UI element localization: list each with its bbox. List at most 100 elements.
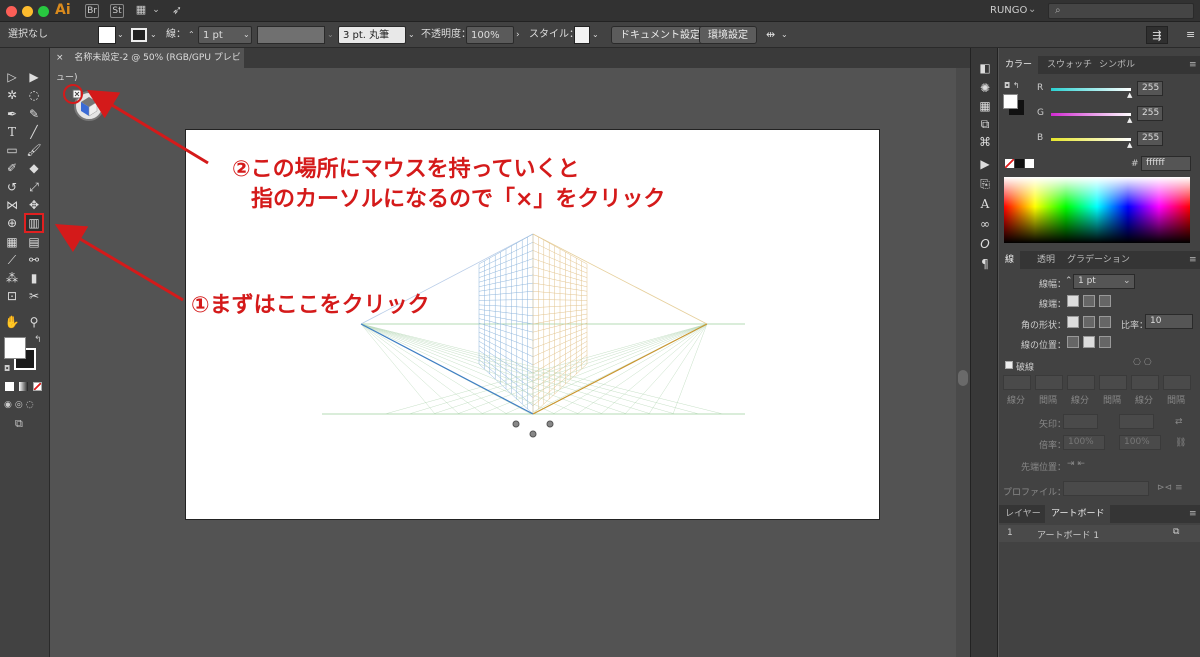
annotation-step1: ①まずはここをクリック xyxy=(191,293,430,318)
align-tip-label: 先端位置： xyxy=(1021,463,1067,473)
ground-grid-line xyxy=(504,323,708,415)
dash-input[interactable] xyxy=(1035,375,1063,390)
brushes-icon[interactable]: ⧉ xyxy=(977,116,993,132)
dash-field-label: 線分 xyxy=(1007,396,1026,406)
round-cap-icon[interactable] xyxy=(1083,295,1095,307)
dash-input[interactable] xyxy=(1003,375,1031,390)
link-icon[interactable]: ⛓ xyxy=(1175,438,1186,448)
channel-b-slider[interactable] xyxy=(1051,138,1131,141)
channel-g-label: G xyxy=(1037,108,1044,118)
profile-select[interactable] xyxy=(1063,481,1149,496)
dash-input[interactable] xyxy=(1163,375,1191,390)
widget-close-icon[interactable] xyxy=(72,89,82,99)
cap-label: 線端： xyxy=(1039,300,1067,310)
limit-input[interactable]: 10 xyxy=(1145,314,1193,329)
flip-profile-icons[interactable]: ⊳⊲ ≡ xyxy=(1157,483,1182,493)
slider-thumb-icon[interactable]: ▲ xyxy=(1127,141,1132,149)
tab-color[interactable]: カラー xyxy=(999,56,1039,74)
align-outside-icon[interactable] xyxy=(1099,336,1111,348)
default-fill-stroke-icon[interactable]: ◘ ↰ xyxy=(1004,81,1020,90)
panel-menu-icon[interactable]: ≡ xyxy=(1183,251,1200,269)
channel-g-slider[interactable] xyxy=(1051,113,1131,116)
artboard-name: アートボード 1 xyxy=(1037,531,1100,541)
symbols-icon[interactable]: ⌘ xyxy=(977,134,993,150)
stepper-icon[interactable]: ⌃ xyxy=(1065,276,1073,286)
tab-swatches[interactable]: スウォッチ xyxy=(1041,56,1098,74)
hex-label: # xyxy=(1131,159,1139,169)
layers-panel-tabs: レイヤー アートボード ≡ xyxy=(999,505,1200,523)
ground-grid-line xyxy=(360,323,484,415)
profile-label: プロファイル： xyxy=(1003,488,1067,498)
black-swatch[interactable] xyxy=(1015,159,1024,168)
scrollbar-thumb[interactable] xyxy=(958,370,968,386)
stroke-panel-tabs: 線 透明 グラデーション ≡ xyxy=(999,251,1200,269)
grid-handle[interactable] xyxy=(512,420,520,428)
scale-label: 倍率： xyxy=(1039,441,1067,451)
perspective-grid[interactable] xyxy=(322,233,745,438)
character-icon[interactable]: A xyxy=(977,196,993,212)
dash-field-label: 線分 xyxy=(1071,396,1090,406)
start-scale-input[interactable]: 100% xyxy=(1063,435,1105,450)
annotation-step2-line1: ②この場所にマウスを持っていくと xyxy=(232,157,580,182)
channel-g-input[interactable]: 255 xyxy=(1137,106,1163,121)
vertical-scrollbar[interactable] xyxy=(956,68,970,657)
panel-menu-icon[interactable]: ≡ xyxy=(1183,505,1200,523)
channel-r-input[interactable]: 255 xyxy=(1137,81,1163,96)
panel-menu-icon[interactable]: ≡ xyxy=(1183,56,1200,74)
channel-b-label: B xyxy=(1037,133,1044,143)
chevron-down-icon[interactable]: ⌄ xyxy=(1123,276,1131,286)
miter-join-icon[interactable] xyxy=(1067,316,1079,328)
slider-thumb-icon[interactable]: ▲ xyxy=(1127,116,1132,124)
start-arrow-select[interactable] xyxy=(1063,414,1098,429)
swap-arrows-icon[interactable]: ⇄ xyxy=(1175,417,1183,427)
color-fill-box[interactable] xyxy=(1003,94,1018,109)
plane-switching-widget[interactable] xyxy=(72,89,104,121)
ground-grid-line xyxy=(360,323,436,415)
align-center-icon[interactable] xyxy=(1067,336,1079,348)
projecting-cap-icon[interactable] xyxy=(1099,295,1111,307)
links-icon[interactable]: ⎘ xyxy=(977,176,993,192)
slider-thumb-icon[interactable]: ▲ xyxy=(1127,91,1132,99)
grid-handle[interactable] xyxy=(529,430,537,438)
grid-handle[interactable] xyxy=(546,420,554,428)
dash-input[interactable] xyxy=(1099,375,1127,390)
align-inside-icon[interactable] xyxy=(1083,336,1095,348)
hex-input[interactable]: ffffff xyxy=(1141,156,1191,171)
white-swatch[interactable] xyxy=(1025,159,1034,168)
tab-layers[interactable]: レイヤー xyxy=(999,505,1047,523)
channel-r-slider[interactable] xyxy=(1051,88,1131,91)
dashed-checkbox[interactable] xyxy=(1005,361,1013,369)
dash-input[interactable] xyxy=(1067,375,1095,390)
artboard-row[interactable]: 1 アートボード 1 ⧉ xyxy=(999,525,1200,542)
dash-input[interactable] xyxy=(1131,375,1159,390)
tab-transparency[interactable]: 透明 xyxy=(1031,251,1061,269)
actions-icon[interactable]: ▶ xyxy=(977,156,993,172)
tab-stroke[interactable]: 線 xyxy=(999,251,1021,269)
round-join-icon[interactable] xyxy=(1083,316,1095,328)
swatches-icon[interactable]: ▦ xyxy=(977,98,993,114)
tab-gradient[interactable]: グラデーション xyxy=(1061,251,1136,269)
butt-cap-icon[interactable] xyxy=(1067,295,1079,307)
bevel-join-icon[interactable] xyxy=(1099,316,1111,328)
dash-align-icons[interactable]: ⎔ ⎔ xyxy=(1133,358,1152,368)
color-panel-tabs: カラー スウォッチ シンボル ≡ xyxy=(999,56,1200,74)
annotation-step2-line2: 指のカーソルになるので「×」をクリック xyxy=(251,187,666,212)
color-spectrum[interactable] xyxy=(1004,177,1190,243)
ground-grid-line xyxy=(360,323,460,415)
color-guide-icon[interactable]: ✺ xyxy=(977,80,993,96)
tip-position-icons[interactable]: ⇥ ⇤ xyxy=(1067,459,1085,469)
dash-field-label: 間隔 xyxy=(1039,396,1058,406)
opentype-icon[interactable]: O xyxy=(977,236,993,252)
channel-b-input[interactable]: 255 xyxy=(1137,131,1163,146)
color-panel-icon[interactable]: ◧ xyxy=(977,60,993,76)
channel-r-label: R xyxy=(1037,83,1044,93)
end-arrow-select[interactable] xyxy=(1119,414,1154,429)
tab-artboards[interactable]: アートボード xyxy=(1045,505,1111,523)
ground-grid-line xyxy=(360,323,604,415)
stroke-icon[interactable]: ∞ xyxy=(977,216,993,232)
artboard-options-icon[interactable]: ⧉ xyxy=(1173,527,1179,537)
none-swatch[interactable] xyxy=(1005,159,1014,168)
paragraph-icon[interactable]: ¶ xyxy=(977,256,993,272)
tab-symbols[interactable]: シンボル xyxy=(1093,56,1141,74)
end-scale-input[interactable]: 100% xyxy=(1119,435,1161,450)
